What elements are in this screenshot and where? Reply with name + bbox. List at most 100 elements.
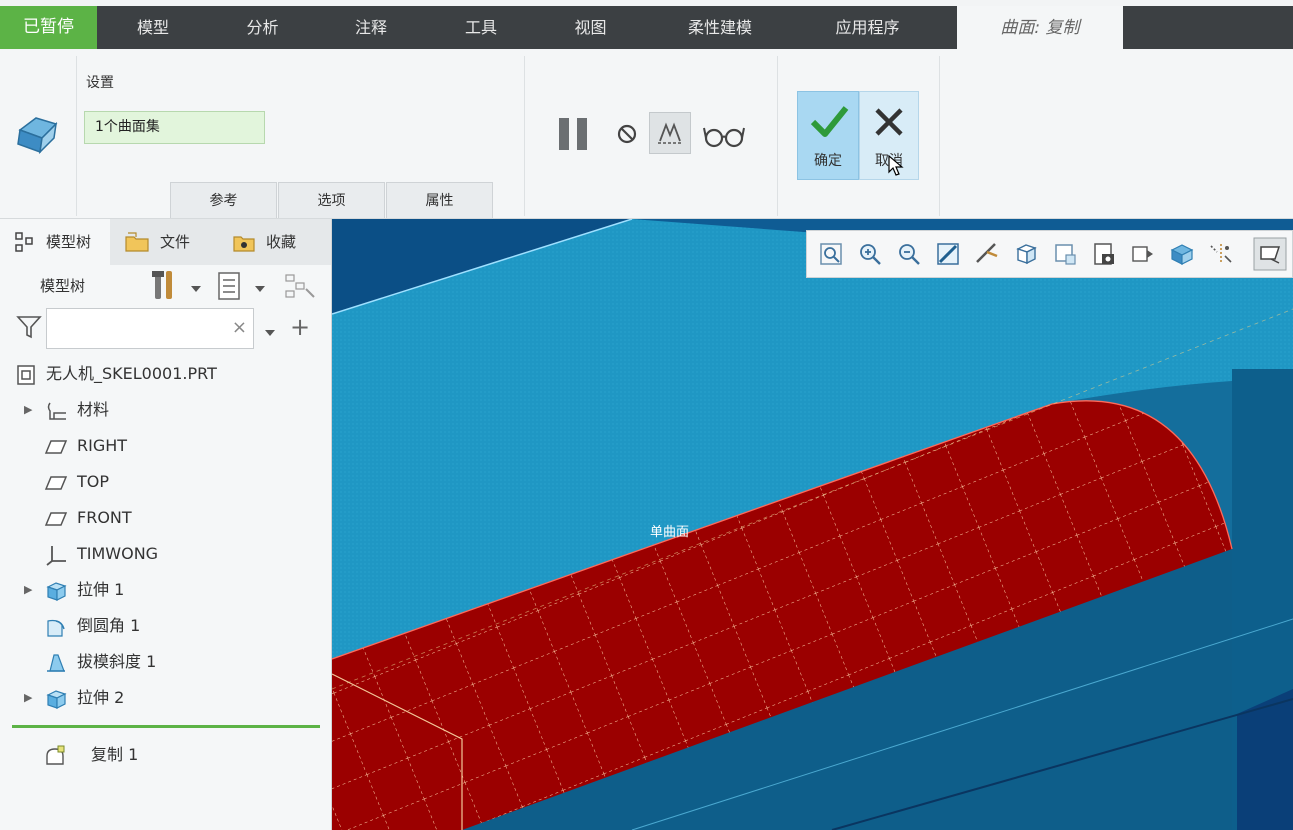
chevron-down-icon[interactable] — [190, 279, 202, 292]
settings-label: 设置 — [86, 75, 114, 91]
spin-center-icon[interactable] — [973, 240, 1001, 268]
insert-here-marker[interactable] — [12, 725, 320, 728]
extrude-icon — [46, 582, 67, 601]
repaint-icon[interactable] — [934, 240, 962, 268]
mouse-cursor-icon — [888, 154, 904, 176]
checkmark-icon — [810, 106, 849, 137]
tree-item-label: 拉伸 1 — [77, 580, 125, 599]
tree-item-front[interactable]: FRONT — [0, 504, 320, 534]
favorites-folder-icon — [233, 236, 255, 252]
expand-arrow-icon[interactable]: ▶ — [24, 691, 34, 705]
material-icon — [47, 402, 66, 420]
tree-item-part[interactable]: 无人机_SKEL0001.PRT — [0, 360, 320, 390]
navigator-panel: 模型树 文件 收藏 模型树 × + 无人机_SKEL0001.PRT ▶ 材料 … — [0, 219, 332, 830]
ribbon-divider — [939, 56, 940, 216]
refit-icon[interactable] — [817, 240, 845, 268]
tab-applications[interactable]: 应用程序 — [795, 6, 940, 49]
surface-copy-icon — [12, 108, 62, 158]
tree-item-draft-1[interactable]: 拔模斜度 1 — [0, 648, 320, 678]
saved-views-icon[interactable] — [1051, 240, 1079, 268]
tree-item-right[interactable]: RIGHT — [0, 432, 320, 462]
ribbon-divider — [524, 56, 525, 216]
folder-icon — [125, 232, 149, 252]
zoom-in-icon[interactable] — [856, 240, 884, 268]
tab-bar-filler — [1123, 6, 1293, 49]
datum-plane-icon — [44, 512, 68, 526]
ok-label: 确定 — [814, 153, 842, 169]
perspective-view-icon[interactable] — [1129, 240, 1157, 268]
tree-item-label: FRONT — [77, 508, 132, 527]
graphics-viewport[interactable]: 单曲面 — [332, 219, 1293, 830]
datum-plane-icon — [44, 440, 68, 454]
datum-display-icon[interactable] — [1207, 240, 1235, 268]
subtab-properties[interactable]: 属性 — [386, 182, 493, 218]
display-style-icon[interactable] — [1012, 240, 1040, 268]
model-tree-icon — [15, 232, 33, 252]
cancel-button[interactable]: 取消 — [859, 91, 919, 180]
tab-flexible-modeling[interactable]: 柔性建模 — [645, 6, 795, 49]
shading-display-icon[interactable] — [1168, 240, 1196, 268]
tab-analysis[interactable]: 分析 — [209, 6, 316, 49]
round-icon — [47, 619, 65, 637]
tab-view[interactable]: 视图 — [536, 6, 645, 49]
add-filter-icon[interactable]: + — [290, 313, 310, 341]
part-icon — [17, 365, 35, 385]
tree-settings-icon[interactable] — [150, 269, 180, 301]
pause-icon[interactable] — [555, 114, 595, 154]
panel-tab-favorites[interactable]: 收藏 — [232, 219, 327, 265]
chevron-down-icon[interactable] — [264, 323, 276, 336]
preview-glasses-icon[interactable] — [701, 118, 747, 152]
tab-surface-copy[interactable]: 曲面: 复制 — [957, 6, 1123, 50]
panel-tab-label: 模型树 — [46, 233, 92, 251]
ribbon-divider — [777, 56, 778, 216]
datum-plane-icon — [44, 476, 68, 490]
clear-filter-icon[interactable]: × — [232, 317, 247, 338]
tree-item-label: 复制 1 — [91, 745, 139, 764]
expand-arrow-icon[interactable]: ▶ — [24, 403, 34, 417]
coordinate-system-icon — [46, 546, 66, 566]
panel-tab-label: 文件 — [160, 233, 191, 251]
chevron-down-icon[interactable] — [254, 279, 266, 292]
ok-button[interactable]: 确定 — [797, 91, 859, 180]
filter-icon[interactable] — [16, 314, 42, 340]
view-toolbar — [806, 230, 1293, 278]
tree-columns-icon[interactable] — [284, 271, 316, 301]
tree-item-label: 拔模斜度 1 — [77, 652, 157, 671]
tree-item-material[interactable]: ▶ 材料 — [0, 396, 320, 426]
draft-icon — [47, 654, 65, 672]
tree-item-label: 倒圆角 1 — [77, 616, 141, 635]
tree-filter-input[interactable]: × — [46, 308, 254, 349]
show-options-icon[interactable] — [216, 271, 244, 301]
tree-item-csys[interactable]: TIMWONG — [0, 540, 320, 570]
tree-item-label: 材料 — [77, 400, 110, 419]
paused-status-badge[interactable]: 已暂停 — [0, 6, 97, 49]
ribbon-divider — [76, 56, 77, 216]
copy-surface-icon — [46, 745, 65, 765]
surface-set-collector[interactable]: 1个曲面集 — [84, 111, 265, 144]
tab-tools[interactable]: 工具 — [426, 6, 536, 49]
tree-item-label: 拉伸 2 — [77, 688, 125, 707]
no-preview-icon[interactable] — [613, 120, 641, 148]
tree-item-extrude-1[interactable]: ▶ 拉伸 1 — [0, 576, 320, 606]
tree-item-top[interactable]: TOP — [0, 468, 320, 498]
tree-item-copy-1[interactable]: 复制 1 — [0, 741, 320, 771]
model-tree-title: 模型树 — [40, 277, 86, 295]
subtab-options[interactable]: 选项 — [278, 182, 385, 218]
verify-preview-icon[interactable] — [649, 112, 691, 154]
tree-item-label: RIGHT — [77, 436, 128, 455]
tree-item-label: TIMWONG — [77, 544, 159, 563]
extrude-icon — [46, 690, 67, 709]
app-window: 已暂停 模型 分析 注释 工具 视图 柔性建模 应用程序 曲面: 复制 设置 1… — [0, 0, 1293, 830]
zoom-out-icon[interactable] — [895, 240, 923, 268]
tab-annotate[interactable]: 注释 — [316, 6, 426, 49]
panel-tab-folder[interactable]: 文件 — [124, 219, 224, 265]
tree-item-round-1[interactable]: 倒圆角 1 — [0, 612, 320, 642]
tab-model[interactable]: 模型 — [97, 6, 209, 49]
subtab-references[interactable]: 参考 — [170, 182, 277, 218]
tree-item-extrude-2[interactable]: ▶ 拉伸 2 — [0, 684, 320, 714]
annotation-display-icon[interactable] — [1253, 237, 1287, 271]
tree-item-label: TOP — [77, 472, 110, 491]
model-geometry[interactable] — [332, 219, 1293, 830]
expand-arrow-icon[interactable]: ▶ — [24, 583, 34, 597]
view-manager-icon[interactable] — [1090, 240, 1118, 268]
